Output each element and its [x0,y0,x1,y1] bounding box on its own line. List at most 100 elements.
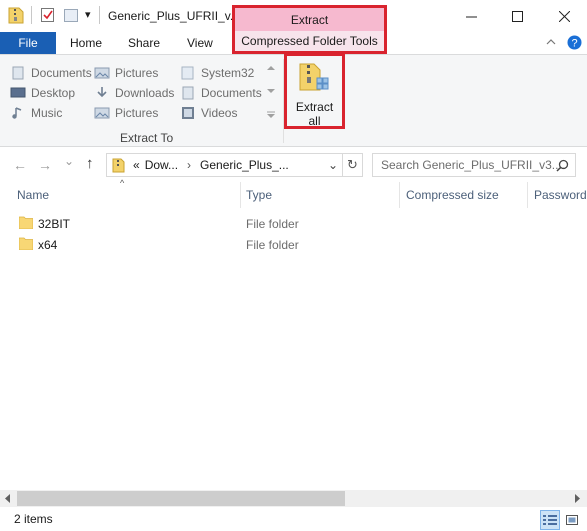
scroll-right-icon[interactable] [575,494,581,503]
extract-all-label-line1: Extract [295,100,334,114]
downloads-icon [97,87,107,98]
pictures-icon [94,107,110,119]
new-folder-icon[interactable] [63,6,79,24]
large-icons-view-button[interactable] [562,510,582,530]
up-icon[interactable]: ↑ [86,155,94,172]
window-title: Generic_Plus_UFRII_v... [108,9,240,23]
large-icons-view-icon [566,515,578,525]
column-divider[interactable] [527,182,528,208]
gallery-item-label: Pictures [115,106,159,120]
gallery-scroll[interactable] [265,65,277,119]
music-icon [12,107,22,119]
breadcrumb-current[interactable]: Generic_Plus_... [200,158,289,172]
horizontal-scrollbar[interactable] [0,490,587,507]
column-type[interactable]: Type [246,188,272,202]
file-name: 32BIT [38,217,71,231]
file-name: x64 [38,238,58,252]
title-separator [99,6,100,24]
zip-folder-icon [112,158,125,172]
extract-all-label-line2: all [308,114,321,128]
extract-all-button[interactable]: Extract all [284,53,345,129]
gallery-item-label: Videos [201,106,238,120]
extract-to-pictures[interactable]: Pictures [94,64,158,82]
gallery-item-label: Documents [31,66,92,80]
details-view-icon [543,515,557,525]
minimize-icon [465,16,477,17]
extract-to-desktop[interactable]: Desktop [10,84,75,102]
extract-context-header: Extract [235,8,384,31]
recent-locations-icon[interactable]: ⌄ [64,154,74,168]
tab-file[interactable]: File [0,32,56,54]
search-box[interactable]: Search Generic_Plus_UFRII_v3.... [372,153,576,177]
item-count: 2 items [14,512,53,526]
folder-icon [19,216,33,229]
breadcrumb-separator[interactable]: › [187,158,191,172]
maximize-button[interactable] [494,0,540,32]
file-type: File folder [246,217,299,231]
breadcrumb-downloads[interactable]: Dow... [145,158,178,172]
refresh-button[interactable]: ↻ [343,153,363,177]
qa-dropdown-icon[interactable]: ▾ [85,8,91,21]
close-icon [558,10,570,22]
address-dropdown-icon[interactable]: ⌄ [328,158,338,172]
folder-icon [19,237,33,250]
gallery-item-label: Desktop [31,86,76,100]
gallery-item-label: Downloads [115,86,175,100]
list-item[interactable]: x64 File folder [0,234,587,255]
address-bar[interactable]: « Dow... › Generic_Plus_... ⌄ [106,153,343,177]
status-bar: 2 items [0,507,587,531]
gallery-up-icon[interactable] [267,65,275,71]
close-button[interactable] [541,0,587,32]
forward-icon[interactable]: → [38,157,52,173]
scrollbar-thumb[interactable] [17,491,345,506]
extract-to-pictures-2[interactable]: Pictures [94,104,158,122]
gallery-more-icon[interactable] [267,111,275,119]
properties-icon[interactable] [40,6,56,24]
folder-icon [181,66,194,80]
back-icon[interactable]: ← [13,157,27,173]
column-password[interactable]: Password [534,188,587,202]
column-divider[interactable] [240,182,241,208]
extract-all-icon [299,63,329,91]
scroll-left-icon[interactable] [5,494,11,503]
breadcrumb-overflow[interactable]: « [133,158,140,172]
minimize-button[interactable] [448,0,494,32]
documents-icon [12,66,24,80]
collapse-ribbon-icon[interactable] [546,38,556,46]
column-compressed-size[interactable]: Compressed size [406,188,499,202]
extract-to-group-label: Extract To [120,131,174,145]
help-icon[interactable]: ? [567,35,582,50]
ribbon-panel: Documents Desktop Music Pictures Downloa… [0,53,587,147]
tab-share[interactable]: Share [128,32,160,54]
gallery-item-label: Documents [201,86,262,100]
tab-compressed-folder-tools[interactable]: Compressed Folder Tools [235,31,384,51]
gallery-item-label: Music [31,106,63,120]
column-name[interactable]: Name [17,188,49,202]
desktop-icon [10,87,26,98]
tab-view[interactable]: View [187,32,213,54]
maximize-icon [511,10,523,22]
details-view-button[interactable] [540,510,560,530]
list-item[interactable]: 32BIT File folder [0,213,587,234]
extract-to-documents[interactable]: Documents [10,64,92,82]
videos-icon [182,107,194,119]
pictures-icon [94,67,110,79]
file-type: File folder [246,238,299,252]
refresh-icon: ↻ [347,157,358,172]
extract-context-tab-highlight: Extract Compressed Folder Tools [232,5,387,54]
extract-to-downloads[interactable]: Downloads [94,84,174,102]
navigation-bar: ← → ⌄ ↑ « Dow... › Generic_Plus_... ⌄ ↻ … [0,148,587,182]
extract-to-music[interactable]: Music [10,104,62,122]
qa-separator [31,6,32,24]
column-divider[interactable] [399,182,400,208]
extract-to-videos[interactable]: Videos [180,104,237,122]
gallery-item-label: Pictures [115,66,159,80]
documents-icon [182,86,194,100]
extract-to-system32[interactable]: System32 [180,64,254,82]
gallery-down-icon[interactable] [267,88,275,94]
svg-text:?: ? [571,38,577,50]
search-icon [556,159,569,172]
tab-home[interactable]: Home [70,32,102,54]
extract-to-documents-2[interactable]: Documents [180,84,262,102]
search-input[interactable]: Search Generic_Plus_UFRII_v3.... [381,158,565,172]
